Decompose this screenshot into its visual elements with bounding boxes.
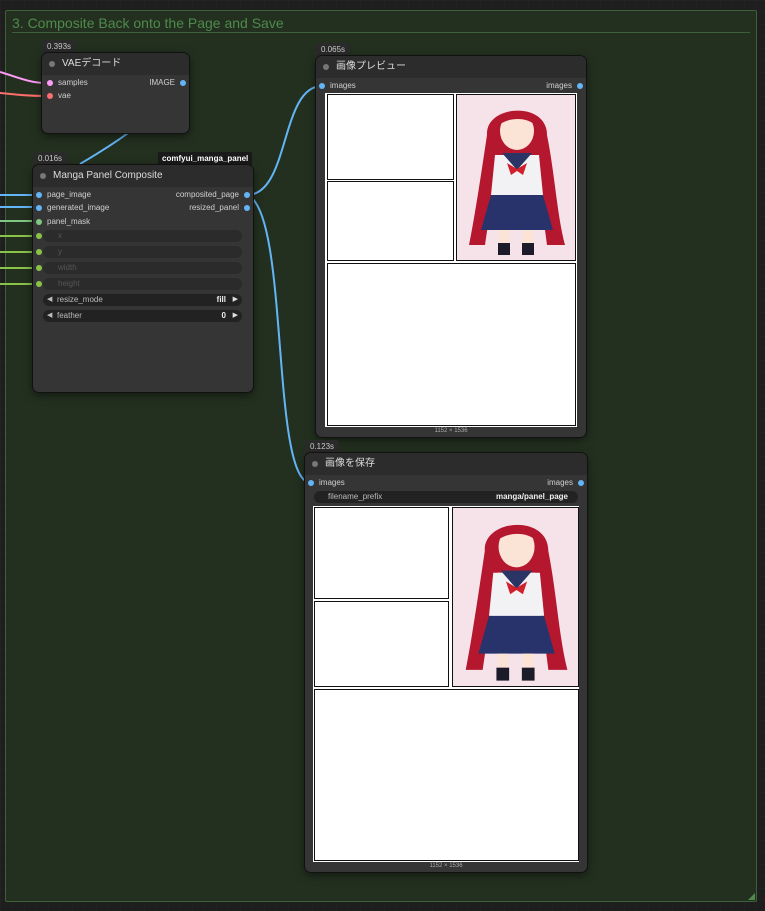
composite-title: Manga Panel Composite — [53, 170, 163, 181]
preview-timing: 0.065s — [316, 43, 351, 56]
save-timing: 0.123s — [305, 440, 340, 453]
manga-panel-empty — [327, 181, 454, 261]
input-samples-label: samples — [58, 78, 88, 87]
output-resized-panel-label: resized_panel — [189, 203, 239, 212]
resize-mode-combo[interactable]: ◀ resize_mode fill ▶ — [43, 294, 242, 306]
composite-header[interactable]: Manga Panel Composite — [33, 165, 253, 187]
character-illustration-icon — [453, 508, 578, 686]
image-socket-icon[interactable] — [578, 480, 584, 486]
collapse-dot-icon[interactable] — [312, 461, 318, 467]
feather-label: feather — [57, 311, 82, 320]
group-title[interactable]: 3. Composite Back onto the Page and Save — [12, 14, 750, 33]
composite-badge: comfyui_manga_panel — [158, 152, 253, 165]
output-composited-page[interactable]: composited_page — [176, 189, 250, 201]
save-header[interactable]: 画像を保存 — [305, 453, 587, 475]
mask-socket-icon[interactable] — [36, 219, 42, 225]
output-images-label: images — [546, 81, 572, 90]
int-socket-icon[interactable] — [36, 233, 42, 239]
manga-panel-empty — [314, 507, 449, 599]
input-generated-image-label: generated_image — [47, 203, 110, 212]
collapse-dot-icon[interactable] — [49, 61, 55, 67]
manga-panel-composite-node[interactable]: Manga Panel Composite page_image generat… — [33, 165, 253, 392]
manga-panel-empty — [327, 263, 576, 426]
widget-y: y — [43, 246, 242, 258]
feather-number[interactable]: ◀ feather 0 ▶ — [43, 310, 242, 322]
arrow-right-icon[interactable]: ▶ — [233, 294, 238, 306]
image-socket-icon[interactable] — [36, 192, 42, 198]
int-socket-icon[interactable] — [36, 249, 42, 255]
input-vae-label: vae — [58, 91, 71, 100]
preview-title: 画像プレビュー — [336, 61, 406, 72]
save-title: 画像を保存 — [325, 458, 375, 469]
input-samples[interactable]: samples — [47, 77, 88, 89]
int-socket-icon[interactable] — [36, 281, 42, 287]
preview-image[interactable] — [325, 93, 577, 427]
vae-decode-timing: 0.393s — [42, 40, 77, 53]
output-composited-page-label: composited_page — [175, 190, 239, 199]
input-page-image[interactable]: page_image — [36, 189, 91, 201]
filename-prefix-value: manga/panel_page — [495, 492, 568, 501]
output-images-label: images — [547, 478, 573, 487]
manga-panel-character — [456, 94, 576, 261]
preview-header[interactable]: 画像プレビュー — [316, 56, 586, 78]
vae-decode-header[interactable]: VAEデコード — [42, 53, 189, 75]
image-socket-icon[interactable] — [180, 80, 186, 86]
filename-prefix-label: filename_prefix — [328, 492, 383, 501]
resize-mode-value: fill — [216, 295, 226, 304]
manga-panel-character — [452, 507, 579, 687]
arrow-right-icon[interactable]: ▶ — [233, 310, 238, 322]
collapse-dot-icon[interactable] — [323, 64, 329, 70]
vae-decode-node[interactable]: VAEデコード samples vae IMAGE — [42, 53, 189, 133]
output-images[interactable]: images — [547, 477, 584, 489]
manga-panel-empty — [327, 94, 454, 180]
latent-socket-icon[interactable] — [47, 80, 53, 86]
input-page-image-label: page_image — [47, 190, 92, 199]
image-socket-icon[interactable] — [36, 205, 42, 211]
arrow-left-icon[interactable]: ◀ — [47, 294, 52, 306]
group-resize-handle[interactable] — [748, 893, 755, 900]
character-illustration-icon — [457, 95, 575, 260]
input-images-label: images — [330, 81, 356, 90]
int-socket-icon[interactable] — [36, 265, 42, 271]
input-images-label: images — [319, 478, 345, 487]
input-panel-mask[interactable]: panel_mask — [36, 216, 90, 228]
manga-panel-empty — [314, 601, 449, 687]
output-image-label: IMAGE — [149, 78, 175, 87]
resize-mode-label: resize_mode — [57, 295, 103, 304]
preview-image-node[interactable]: 画像プレビュー images images 1152 × 1536 — [316, 56, 586, 437]
input-vae[interactable]: vae — [47, 90, 71, 102]
image-socket-icon[interactable] — [308, 480, 314, 486]
vae-decode-title: VAEデコード — [62, 58, 122, 69]
input-images[interactable]: images — [308, 477, 345, 489]
image-socket-icon[interactable] — [244, 192, 250, 198]
collapse-dot-icon[interactable] — [40, 173, 46, 179]
output-image[interactable]: IMAGE — [149, 77, 186, 89]
output-resized-panel[interactable]: resized_panel — [189, 202, 250, 214]
widget-height: height — [43, 278, 242, 290]
save-dimensions: 1152 × 1536 — [429, 863, 463, 869]
image-socket-icon[interactable] — [244, 205, 250, 211]
saved-image[interactable] — [313, 506, 579, 862]
image-socket-icon[interactable] — [319, 83, 325, 89]
filename-prefix-input[interactable]: filename_prefix manga/panel_page — [314, 491, 578, 503]
arrow-left-icon[interactable]: ◀ — [47, 310, 52, 322]
image-socket-icon[interactable] — [577, 83, 583, 89]
widget-width: width — [43, 262, 242, 274]
input-generated-image[interactable]: generated_image — [36, 202, 109, 214]
manga-panel-empty — [314, 689, 579, 861]
feather-value: 0 — [221, 311, 226, 320]
output-images[interactable]: images — [546, 80, 583, 92]
save-image-node[interactable]: 画像を保存 images images filename_prefix mang… — [305, 453, 587, 872]
widget-x: x — [43, 230, 242, 242]
composite-timing: 0.016s — [33, 152, 68, 165]
input-panel-mask-label: panel_mask — [47, 217, 91, 226]
vae-socket-icon[interactable] — [47, 93, 53, 99]
preview-dimensions: 1152 × 1536 — [434, 428, 468, 434]
input-images[interactable]: images — [319, 80, 356, 92]
